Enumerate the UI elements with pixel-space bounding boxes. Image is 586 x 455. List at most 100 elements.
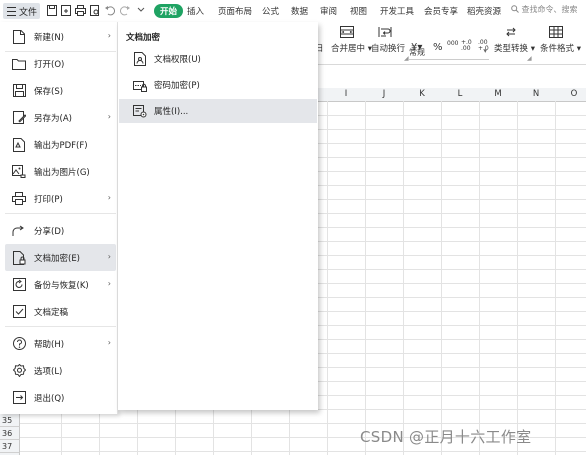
chevron-right-icon: › — [107, 338, 111, 347]
file-menu-item-label: 输出为图片(G) — [34, 167, 90, 178]
tab-home[interactable]: 开始 — [154, 4, 184, 18]
exit-icon — [12, 391, 26, 405]
number-dialog-launcher-icon[interactable]: ◢ — [527, 55, 532, 62]
file-menu-item-new[interactable]: 新建(N) › — [5, 23, 116, 50]
file-menu-button[interactable]: 文件 — [3, 3, 40, 19]
column-header[interactable]: L — [441, 88, 480, 102]
grid-line — [20, 423, 586, 424]
chevron-down-icon: ▾ — [574, 44, 581, 54]
submenu-title: 文档加密 — [126, 33, 161, 43]
increase-decimal-button[interactable]: +.0 .00 — [461, 40, 473, 52]
tab-member[interactable]: 会员专享 — [424, 5, 458, 17]
undo-icon[interactable] — [105, 5, 115, 16]
submenu-item-password-encrypt[interactable]: 密码加密(P) — [119, 73, 317, 97]
print-preview-quick-icon[interactable] — [90, 5, 100, 16]
file-menu-item-help[interactable]: 帮助(H) › — [5, 330, 116, 357]
file-menu-item-label: 帮助(H) — [34, 339, 65, 350]
tab-review[interactable]: 审阅 — [320, 5, 337, 17]
tab-formulas[interactable]: 公式 — [262, 5, 279, 17]
type-convert-button[interactable]: 类型转换 ▾ — [494, 42, 535, 54]
password-lock-icon — [133, 78, 147, 92]
hamburger-icon — [7, 6, 16, 16]
doc-encrypt-icon — [12, 250, 26, 265]
file-menu-label: 文件 — [19, 7, 38, 18]
wrap-text-label[interactable]: 自动换行 — [371, 42, 405, 54]
row-header[interactable]: 35 — [0, 414, 20, 427]
save-icon — [12, 84, 26, 98]
conditional-format-icon[interactable] — [549, 26, 563, 41]
grid-line — [327, 101, 328, 455]
file-menu-item-finalize[interactable]: 文档定稿 — [5, 298, 116, 325]
save-quick-icon[interactable] — [47, 5, 57, 16]
grid-line — [365, 101, 366, 455]
submenu-item-label: 文档权限(U) — [154, 55, 201, 65]
chevron-right-icon: › — [107, 193, 111, 202]
grid-line — [479, 101, 480, 455]
file-menu-item-export-pdf[interactable]: 输出为PDF(F) — [5, 131, 116, 158]
chevron-down-icon: ▾ — [528, 44, 535, 54]
file-menu-item-label: 文档加密(E) — [34, 253, 81, 264]
row-header[interactable]: 36 — [0, 427, 20, 440]
menu-divider — [5, 213, 116, 214]
alignment-dialog-launcher-icon[interactable]: ◢ — [404, 55, 409, 62]
file-menu-item-options[interactable]: 选项(L) — [5, 357, 116, 384]
conditional-format-button[interactable]: 条件格式 ▾ — [540, 42, 581, 54]
wrap-text-icon[interactable] — [378, 26, 392, 41]
properties-icon — [133, 104, 147, 118]
column-header[interactable]: J — [365, 88, 404, 102]
file-menu-item-doc-encrypt[interactable]: 文档加密(E) › — [5, 244, 116, 271]
grid-line — [517, 101, 518, 455]
merge-center-label: 合并居中 — [331, 44, 366, 54]
column-header[interactable]: O — [555, 88, 586, 102]
merge-center-button[interactable]: 合并居中 ▾ — [331, 42, 372, 54]
grid-line — [20, 451, 586, 452]
new-doc-icon — [12, 29, 26, 44]
file-menu-item-open[interactable]: 打开(O) — [5, 50, 116, 77]
column-header[interactable]: M — [479, 88, 518, 102]
thousands-separator-button[interactable]: 000 — [447, 41, 458, 47]
export-quick-icon[interactable] — [61, 5, 71, 16]
submenu-item-doc-permission[interactable]: 文档权限(U) — [119, 47, 317, 71]
print-icon — [12, 192, 26, 206]
file-menu-item-label: 保存(S) — [34, 86, 64, 97]
file-menu-item-share[interactable]: 分享(D) — [5, 217, 116, 244]
tab-insert[interactable]: 插入 — [187, 5, 204, 17]
column-header[interactable]: N — [517, 88, 556, 102]
file-menu-item-save-as[interactable]: 另存为(A) › — [5, 104, 116, 131]
merge-center-icon[interactable] — [340, 26, 354, 41]
decrease-decimal-button[interactable]: .00 +.0 — [478, 40, 490, 52]
tab-page-layout[interactable]: 页面布局 — [218, 5, 252, 17]
redo-icon[interactable] — [120, 5, 130, 16]
command-search[interactable]: 查找命令、搜索 — [511, 4, 578, 15]
file-menu-item-label: 退出(Q) — [34, 393, 65, 404]
submenu-item-properties[interactable]: 属性(I)... — [119, 99, 317, 123]
print-quick-icon[interactable] — [75, 5, 86, 16]
file-menu-item-save[interactable]: 保存(S) — [5, 77, 116, 104]
file-menu-item-label: 选项(L) — [34, 366, 63, 377]
file-menu-item-exit[interactable]: 退出(Q) — [5, 384, 116, 411]
chevron-right-icon: › — [107, 112, 111, 121]
pdf-icon — [12, 137, 26, 152]
file-menu-panel: 新建(N) › 打开(O) 保存(S) 另存为(A) › 输出为PDF(F) 输… — [0, 22, 118, 414]
quick-access-dropdown-icon[interactable] — [137, 7, 147, 18]
file-menu-item-backup[interactable]: 备份与恢复(K) › — [5, 271, 116, 298]
file-menu-item-export-image[interactable]: 输出为图片(G) — [5, 158, 116, 185]
tab-data[interactable]: 数据 — [291, 5, 308, 17]
tab-docer-resources[interactable]: 稻壳资源 — [467, 5, 501, 17]
image-export-icon — [12, 165, 26, 179]
row-header[interactable]: 37 — [0, 440, 20, 453]
doc-permission-icon — [133, 52, 147, 66]
currency-button[interactable]: ¥▾ — [411, 42, 422, 53]
type-convert-icon[interactable] — [505, 26, 517, 41]
column-header[interactable]: K — [403, 88, 442, 102]
search-placeholder: 查找命令、搜索 — [521, 5, 578, 14]
share-icon — [12, 224, 26, 238]
tab-developer[interactable]: 开发工具 — [380, 5, 414, 17]
percent-button[interactable]: % — [433, 42, 443, 53]
tab-view[interactable]: 视图 — [350, 5, 367, 17]
conditional-format-label: 条件格式 — [540, 44, 575, 54]
column-header[interactable]: I — [327, 88, 366, 102]
doc-encrypt-submenu: 文档加密 文档权限(U) 密码加密(P) 属性(I)... — [118, 22, 318, 410]
file-menu-item-label: 打印(P) — [34, 194, 63, 205]
file-menu-item-print[interactable]: 打印(P) › — [5, 185, 116, 212]
